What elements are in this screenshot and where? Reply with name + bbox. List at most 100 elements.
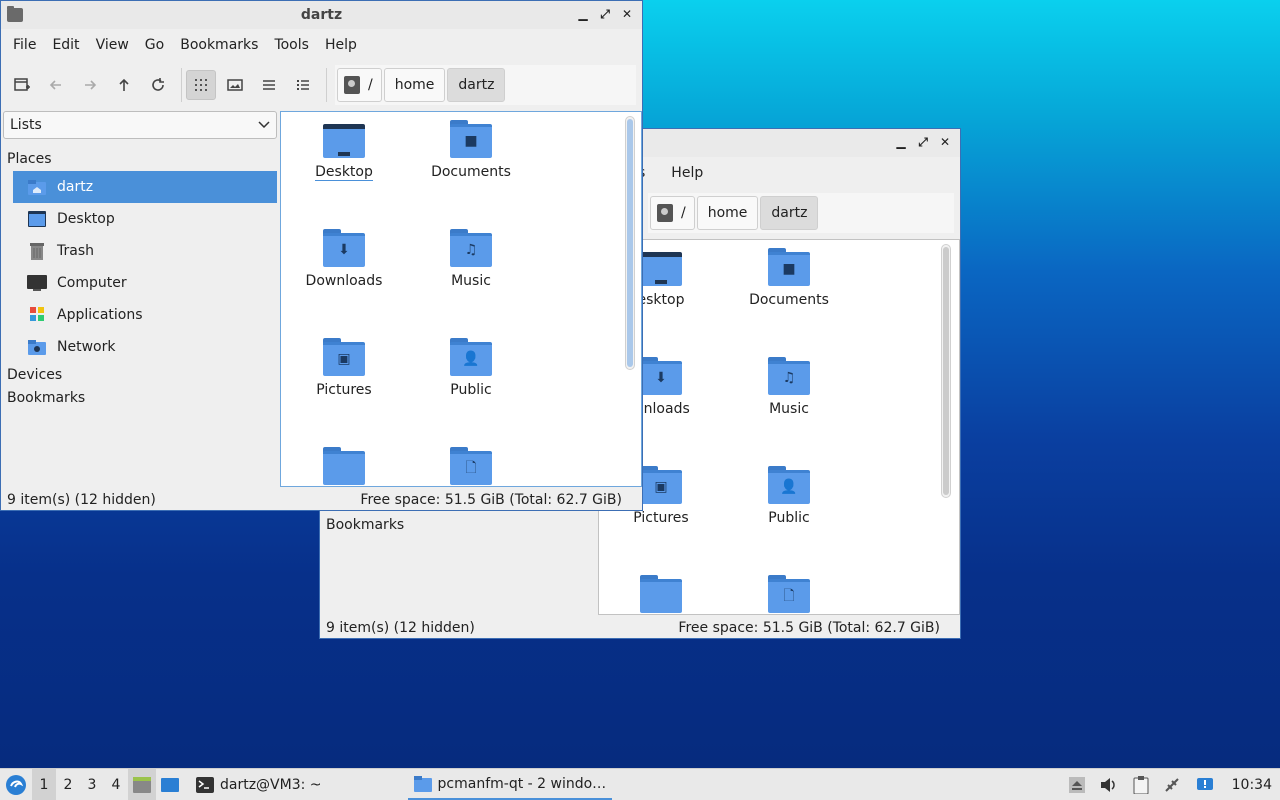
image-icon (227, 79, 243, 91)
menu-tools[interactable]: Tools (266, 37, 317, 53)
desktop-folder-icon (323, 120, 365, 158)
reload-button[interactable] (143, 70, 173, 100)
file-item[interactable]: ■ Documents (729, 248, 849, 308)
place-item-applications[interactable]: Applications (13, 299, 277, 331)
forward-button[interactable] (75, 70, 105, 100)
network-icon (27, 338, 47, 356)
file-manager-window[interactable]: dartz ▁ ⤢ ✕ File Edit View Go Bookmarks … (0, 0, 643, 511)
minimize-icon[interactable]: ▁ (892, 133, 910, 151)
status-item-count: 9 item(s) (12 hidden) (7, 492, 156, 508)
file-view[interactable]: esktop ■ Documents ⬇ wnloads ♫ Music ▣ P… (598, 239, 960, 615)
place-item-network[interactable]: Network (13, 331, 277, 363)
maximize-icon[interactable]: ⤢ (596, 5, 614, 23)
file-label: Music (451, 273, 491, 289)
file-item-public[interactable]: 👤 Public (411, 338, 531, 398)
path-segment-home[interactable]: home (696, 196, 759, 230)
chevron-down-icon (258, 121, 270, 129)
file-item[interactable] (284, 447, 404, 485)
file-item[interactable]: ♫ Music (729, 357, 849, 417)
main-menu-button[interactable] (0, 769, 32, 800)
section-bookmarks[interactable]: Bookmarks (322, 513, 408, 537)
desktop-switch-3[interactable]: 3 (80, 769, 104, 800)
desktop-switch-2[interactable]: 2 (56, 769, 80, 800)
file-item-music[interactable]: ♫ Music (411, 229, 531, 289)
clock[interactable]: 10:34 (1232, 777, 1272, 793)
notification-button[interactable] (1194, 769, 1216, 800)
path-root-button[interactable]: / (337, 68, 382, 102)
thumbnail-view-button[interactable] (220, 70, 250, 100)
file-item-downloads[interactable]: ⬇ Downloads (284, 229, 404, 289)
path-segment-dartz[interactable]: dartz (760, 196, 819, 230)
file-label: Desktop (315, 164, 373, 181)
up-arrow-icon (119, 78, 129, 91)
place-item-trash[interactable]: Trash (13, 235, 277, 267)
detailed-list-icon (297, 80, 309, 90)
place-item-computer[interactable]: Computer (13, 267, 277, 299)
side-pane-mode-select[interactable]: Lists (3, 111, 277, 139)
section-places[interactable]: Places (3, 147, 277, 171)
task-terminal[interactable]: dartz@VM3: ~ (190, 770, 328, 800)
quicklaunch-file-manager[interactable] (128, 768, 156, 800)
maximize-icon[interactable]: ⤢ (914, 133, 932, 151)
network-tray-button[interactable] (1162, 769, 1184, 800)
file-item-documents[interactable]: ■ Documents (411, 120, 531, 180)
side-pane-mode-value: Lists (10, 117, 42, 133)
eject-button[interactable] (1066, 769, 1088, 800)
file-manager-icon (413, 775, 432, 792)
file-item-desktop[interactable]: Desktop (284, 120, 404, 181)
downloads-folder-icon: ⬇ (640, 357, 682, 395)
path-segment-dartz[interactable]: dartz (447, 68, 506, 102)
templates-folder-icon: 🗋 (768, 575, 810, 613)
menu-help[interactable]: Help (317, 37, 365, 53)
up-button[interactable] (109, 70, 139, 100)
place-item-desktop[interactable]: Desktop (13, 203, 277, 235)
lxqt-logo-icon (6, 774, 26, 795)
section-bookmarks[interactable]: Bookmarks (3, 386, 277, 410)
folder-icon (323, 447, 365, 485)
new-tab-button[interactable] (7, 70, 37, 100)
close-icon[interactable]: ✕ (618, 5, 636, 23)
list-icon (263, 80, 275, 90)
menu-help[interactable]: Help (647, 165, 709, 181)
scrollbar[interactable] (625, 116, 635, 370)
music-folder-icon: ♫ (450, 229, 492, 267)
pictures-folder-icon: ▣ (323, 338, 365, 376)
path-segment-home[interactable]: home (383, 68, 446, 102)
menu-bookmarks[interactable]: Bookmarks (172, 37, 266, 53)
file-label: esktop (637, 292, 685, 308)
scrollbar[interactable] (941, 244, 951, 498)
forward-arrow-icon (85, 80, 97, 90)
file-item[interactable]: 🗋 (411, 447, 531, 485)
file-manager-icon (133, 776, 151, 793)
back-button[interactable] (41, 70, 71, 100)
minimize-icon[interactable]: ▁ (574, 5, 592, 23)
file-item-pictures[interactable]: ▣ Pictures (284, 338, 404, 398)
path-root-button[interactable]: / (650, 196, 695, 230)
file-item[interactable]: 🗋 (729, 575, 849, 613)
reload-icon (152, 78, 164, 91)
icon-view-button[interactable] (186, 70, 216, 100)
place-item-dartz[interactable]: dartz (13, 171, 277, 203)
computer-icon (27, 274, 47, 292)
file-view[interactable]: Desktop ■ Documents ⬇ Downloads ♫ Music … (280, 111, 642, 487)
detailed-view-button[interactable] (288, 70, 318, 100)
compact-view-button[interactable] (254, 70, 284, 100)
file-item[interactable] (601, 575, 721, 613)
close-icon[interactable]: ✕ (936, 133, 954, 151)
back-arrow-icon (49, 80, 61, 90)
menu-file[interactable]: File (5, 37, 44, 53)
desktop-switch-1[interactable]: 1 (32, 768, 56, 800)
menu-edit[interactable]: Edit (44, 37, 87, 53)
eject-icon (1068, 776, 1085, 793)
menu-view[interactable]: View (88, 37, 137, 53)
show-desktop-button[interactable] (156, 769, 184, 800)
desktop-switch-4[interactable]: 4 (104, 769, 128, 800)
task-pcmanfm[interactable]: pcmanfm-qt - 2 windo… (407, 770, 613, 800)
title-bar[interactable]: dartz ▁ ⤢ ✕ (1, 1, 642, 29)
file-item[interactable]: 👤 Public (729, 466, 849, 526)
section-devices[interactable]: Devices (3, 363, 277, 387)
clipboard-button[interactable] (1130, 769, 1152, 800)
menu-go[interactable]: Go (137, 37, 172, 53)
path-root-label: / (368, 77, 373, 93)
volume-button[interactable] (1098, 769, 1120, 800)
